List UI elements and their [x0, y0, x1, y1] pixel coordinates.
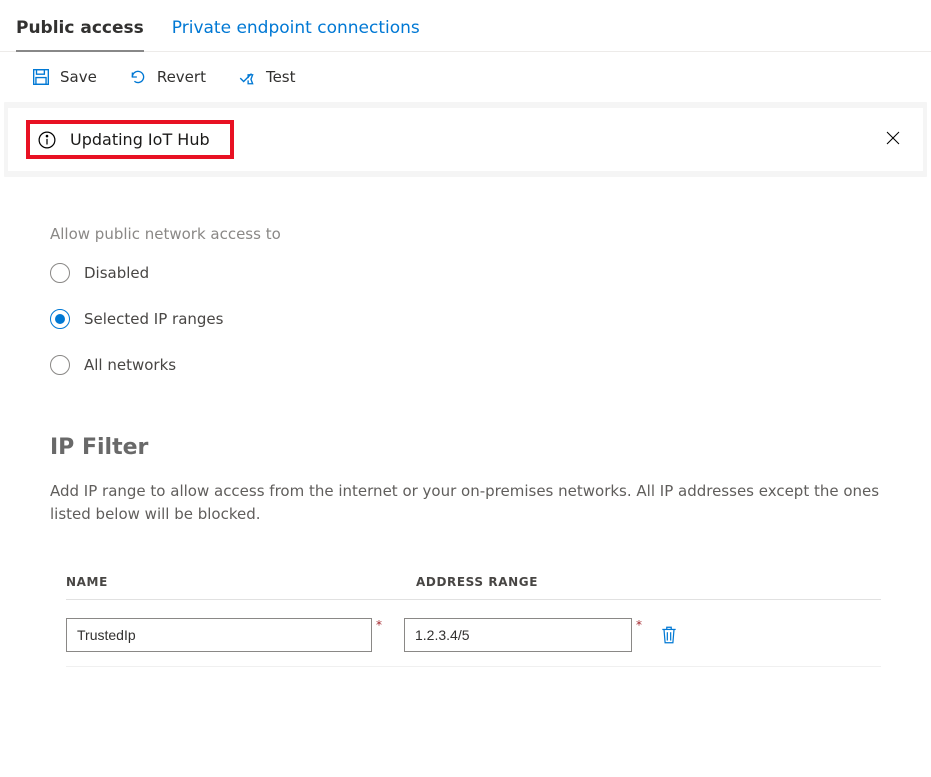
ip-filter-range-input[interactable]	[404, 618, 632, 652]
access-section-label: Allow public network access to	[50, 225, 881, 243]
save-label: Save	[60, 68, 97, 86]
ip-filter-name-input[interactable]	[66, 618, 372, 652]
save-button[interactable]: Save	[32, 68, 97, 86]
radio-circle-icon	[50, 355, 70, 375]
radio-circle-icon	[50, 263, 70, 283]
radio-disabled-label: Disabled	[84, 264, 149, 282]
test-label: Test	[266, 68, 296, 86]
radio-circle-icon	[50, 309, 70, 329]
info-icon	[38, 131, 56, 149]
notification-banner: Updating IoT Hub	[8, 108, 923, 171]
notification-close-button[interactable]	[881, 126, 905, 154]
test-icon	[238, 68, 256, 86]
test-button[interactable]: Test	[238, 68, 296, 86]
notification-highlight-frame: Updating IoT Hub	[26, 120, 234, 159]
revert-label: Revert	[157, 68, 206, 86]
access-radio-group: Disabled Selected IP ranges All networks	[50, 263, 881, 375]
radio-selected-ip-ranges-label: Selected IP ranges	[84, 310, 223, 328]
ip-filter-row: * *	[66, 618, 881, 667]
radio-disabled[interactable]: Disabled	[50, 263, 881, 283]
main-content: Allow public network access to Disabled …	[0, 177, 931, 667]
revert-icon	[129, 68, 147, 86]
ip-filter-table: NAME ADDRESS RANGE * *	[50, 575, 881, 667]
tab-public-access[interactable]: Public access	[16, 10, 144, 52]
revert-button[interactable]: Revert	[129, 68, 206, 86]
save-icon	[32, 68, 50, 86]
radio-selected-ip-ranges[interactable]: Selected IP ranges	[50, 309, 881, 329]
delete-row-button[interactable]	[660, 625, 678, 645]
ip-filter-header-row: NAME ADDRESS RANGE	[66, 575, 881, 600]
notification-area: Updating IoT Hub	[0, 102, 931, 177]
notification-message: Updating IoT Hub	[70, 130, 210, 149]
required-marker: *	[372, 618, 386, 648]
col-header-name: NAME	[66, 575, 378, 589]
col-header-address-range: ADDRESS RANGE	[416, 575, 656, 589]
tab-private-endpoint-connections[interactable]: Private endpoint connections	[172, 10, 420, 52]
ip-filter-description: Add IP range to allow access from the in…	[50, 480, 881, 525]
toolbar: Save Revert Test	[0, 52, 931, 102]
required-marker: *	[632, 618, 646, 648]
ip-filter-heading: IP Filter	[50, 435, 881, 460]
radio-all-networks[interactable]: All networks	[50, 355, 881, 375]
radio-all-networks-label: All networks	[84, 356, 176, 374]
tabs-bar: Public access Private endpoint connectio…	[0, 0, 931, 52]
